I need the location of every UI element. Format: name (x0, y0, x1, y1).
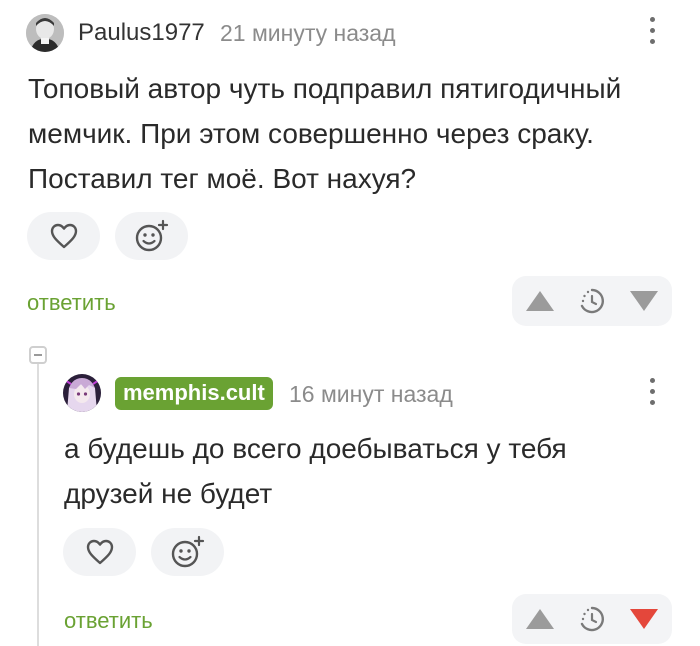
comment-time: 21 минуту назад (220, 20, 396, 46)
avatar-image (63, 374, 101, 412)
add-reaction-button[interactable] (151, 528, 224, 576)
add-reaction-button[interactable] (115, 212, 188, 260)
upvote-button[interactable] (524, 607, 556, 631)
comment-text: а будешь до всего доебываться у тебя дру… (64, 426, 567, 516)
smile-plus-icon (171, 535, 204, 568)
reply-link[interactable]: ответить (64, 608, 153, 634)
comment-text-line: друзей не будет (64, 478, 273, 509)
thread-line[interactable] (37, 360, 39, 646)
upvote-button[interactable] (524, 289, 556, 313)
reply-link[interactable]: ответить (27, 290, 116, 316)
downvote-button[interactable] (628, 289, 660, 313)
avatar[interactable] (26, 14, 64, 52)
like-button[interactable] (63, 528, 136, 576)
comment-text: Топовый автор чуть подправил пятигодичны… (28, 66, 621, 201)
minus-square-icon[interactable] (29, 346, 47, 364)
comment-text-line: Поставил тег моё. Вот нахуя? (28, 163, 417, 194)
vote-panel (512, 594, 672, 644)
comment-text-line: а будешь до всего доебываться у тебя (64, 433, 567, 464)
comment-text-line: Топовый автор чуть подправил пятигодичны… (28, 73, 622, 104)
comment-text-line: мемчик. При этом совершенно через сраку. (28, 118, 594, 149)
avatar[interactable] (63, 374, 101, 412)
author-name[interactable]: memphis.cult (115, 377, 273, 410)
comment-time: 16 минут назад (289, 381, 453, 407)
vote-panel (512, 276, 672, 326)
smile-plus-icon (135, 219, 168, 252)
avatar-image (26, 14, 64, 52)
clock-icon[interactable] (579, 606, 605, 632)
author-name[interactable]: Paulus1977 (78, 19, 205, 47)
heart-icon (50, 223, 77, 249)
like-button[interactable] (27, 212, 100, 260)
downvote-button[interactable] (628, 607, 660, 631)
kebab-icon[interactable] (644, 378, 660, 405)
kebab-icon[interactable] (644, 17, 660, 44)
heart-icon (86, 539, 113, 565)
clock-icon[interactable] (579, 288, 605, 314)
